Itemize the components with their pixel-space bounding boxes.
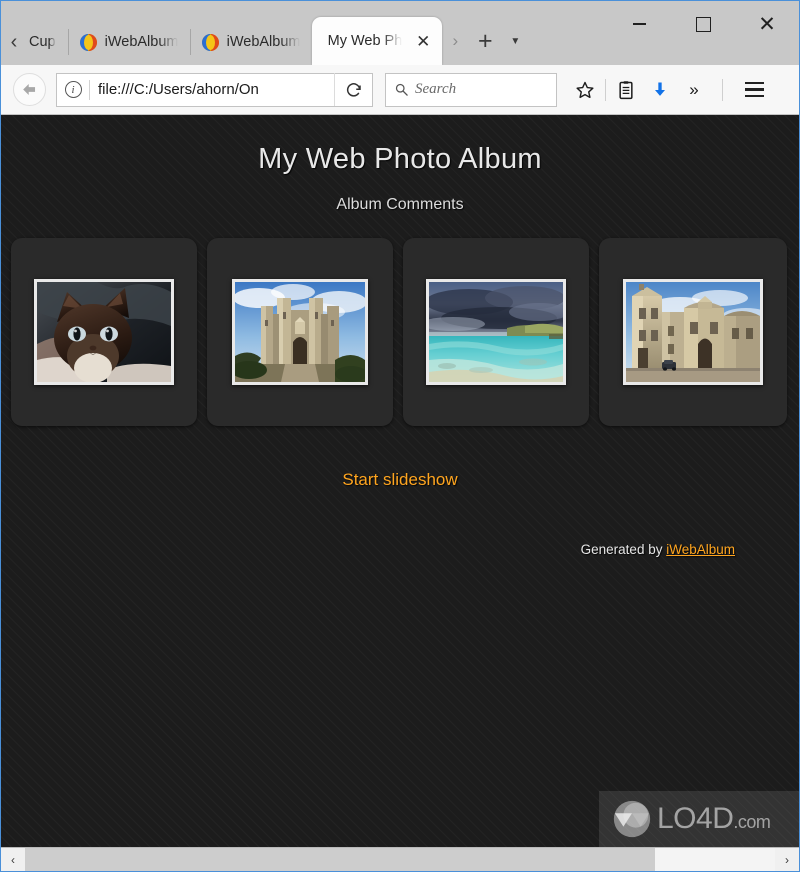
toolbar-overflow-button[interactable]: » (678, 73, 710, 107)
scrollbar-thumb[interactable] (25, 848, 655, 871)
search-icon (395, 83, 408, 96)
scroll-right-button[interactable]: › (775, 848, 799, 871)
web-photo-album-page: My Web Photo Album Album Comments Start … (1, 115, 799, 847)
scrollbar-track[interactable] (25, 848, 775, 871)
site-info-icon[interactable]: i (57, 74, 89, 106)
castel-del-monte-photo (235, 282, 365, 382)
tab-iwebalbum-2[interactable]: iWebAlbum (189, 19, 312, 65)
divider (605, 78, 606, 101)
downloads-button[interactable] (644, 73, 676, 107)
thumbnail-card[interactable] (403, 238, 589, 426)
chevron-down-icon[interactable]: ▼ (502, 17, 528, 65)
iwebalbum-favicon-icon (201, 33, 219, 51)
photo-thumbnail-beach[interactable] (426, 279, 566, 385)
start-slideshow-link[interactable]: Start slideshow (342, 470, 457, 489)
hamburger-icon-line (744, 88, 764, 91)
hamburger-icon-line (744, 94, 764, 98)
iwebalbum-favicon-icon (79, 33, 97, 51)
search-input[interactable]: Search (385, 72, 557, 107)
page-title: My Web Photo Album (258, 143, 542, 175)
tab-cup[interactable]: Cup (27, 19, 68, 65)
tab-scroll-left-button[interactable]: ‹ (1, 1, 27, 65)
footer-prefix-text: Generated by (580, 542, 667, 557)
photo-thumbnail-church[interactable] (623, 279, 763, 385)
thumbnail-card[interactable] (11, 238, 197, 426)
tab-iwebalbum-1[interactable]: iWebAlbum (67, 19, 190, 65)
hamburger-icon-line (744, 81, 764, 85)
navigation-toolbar: i file:///C:/Users/ahorn/On Search » (1, 65, 799, 115)
photo-thumbnail-siamese-cat[interactable] (34, 279, 174, 385)
close-window-button[interactable]: ✕ (735, 1, 799, 47)
turquoise-beach-storm-photo (429, 282, 563, 382)
star-icon (576, 81, 594, 98)
download-arrow-icon (655, 82, 665, 96)
photo-thumbnail-castle[interactable] (232, 279, 368, 385)
close-icon[interactable]: ✕ (414, 33, 432, 50)
browser-window: ‹ Cup iWebAlbum iWebAlbum My Web Ph ✕ › … (0, 0, 800, 872)
thumbnail-card[interactable] (599, 238, 787, 426)
reload-icon (346, 82, 361, 97)
horizontal-scrollbar[interactable]: ‹ › (1, 847, 799, 871)
baroque-church-photo (626, 282, 760, 382)
lo4d-watermark: LO4D.com (599, 791, 799, 847)
maximize-button[interactable] (671, 1, 735, 47)
window-controls: ✕ (607, 1, 799, 47)
library-icon (619, 80, 633, 99)
tab-label: Cup (29, 34, 56, 50)
new-tab-button[interactable]: + (468, 17, 502, 65)
search-placeholder: Search (415, 81, 457, 97)
thumbnail-grid (1, 238, 799, 426)
slideshow-section: Start slideshow (1, 470, 799, 490)
iwebalbum-link[interactable]: iWebAlbum (666, 542, 735, 557)
siamese-cat-photo (37, 282, 171, 382)
lo4d-logo-icon (611, 798, 653, 840)
library-button[interactable] (610, 73, 642, 107)
address-bar[interactable]: i file:///C:/Users/ahorn/On (56, 72, 373, 107)
url-text: file:///C:/Users/ahorn/On (98, 81, 259, 98)
lo4d-watermark-text: LO4D.com (657, 802, 771, 835)
back-arrow-icon (23, 83, 36, 96)
tab-label: iWebAlbum (226, 34, 300, 50)
tab-label: iWebAlbum (104, 34, 178, 50)
tab-strip: ‹ Cup iWebAlbum iWebAlbum My Web Ph ✕ › … (1, 1, 799, 65)
album-comments: Album Comments (336, 196, 464, 213)
back-button[interactable] (13, 73, 46, 106)
tab-scroll-right-button[interactable]: › (442, 17, 468, 65)
menu-button[interactable] (737, 73, 771, 107)
lo4d-watermark-suffix: .com (733, 812, 771, 832)
divider (722, 78, 723, 101)
page-footer: Generated by iWebAlbum (1, 542, 799, 557)
toolbar-icons: » (569, 73, 710, 107)
thumbnail-card[interactable] (207, 238, 393, 426)
scroll-left-button[interactable]: ‹ (1, 848, 25, 871)
bookmark-button[interactable] (569, 73, 601, 107)
reload-button[interactable] (334, 73, 372, 106)
page-viewport: My Web Photo Album Album Comments Start … (1, 115, 799, 847)
minimize-button[interactable] (607, 1, 671, 47)
tab-label: My Web Ph (327, 33, 403, 49)
tab-my-web-photo-album[interactable]: My Web Ph ✕ (311, 17, 443, 65)
